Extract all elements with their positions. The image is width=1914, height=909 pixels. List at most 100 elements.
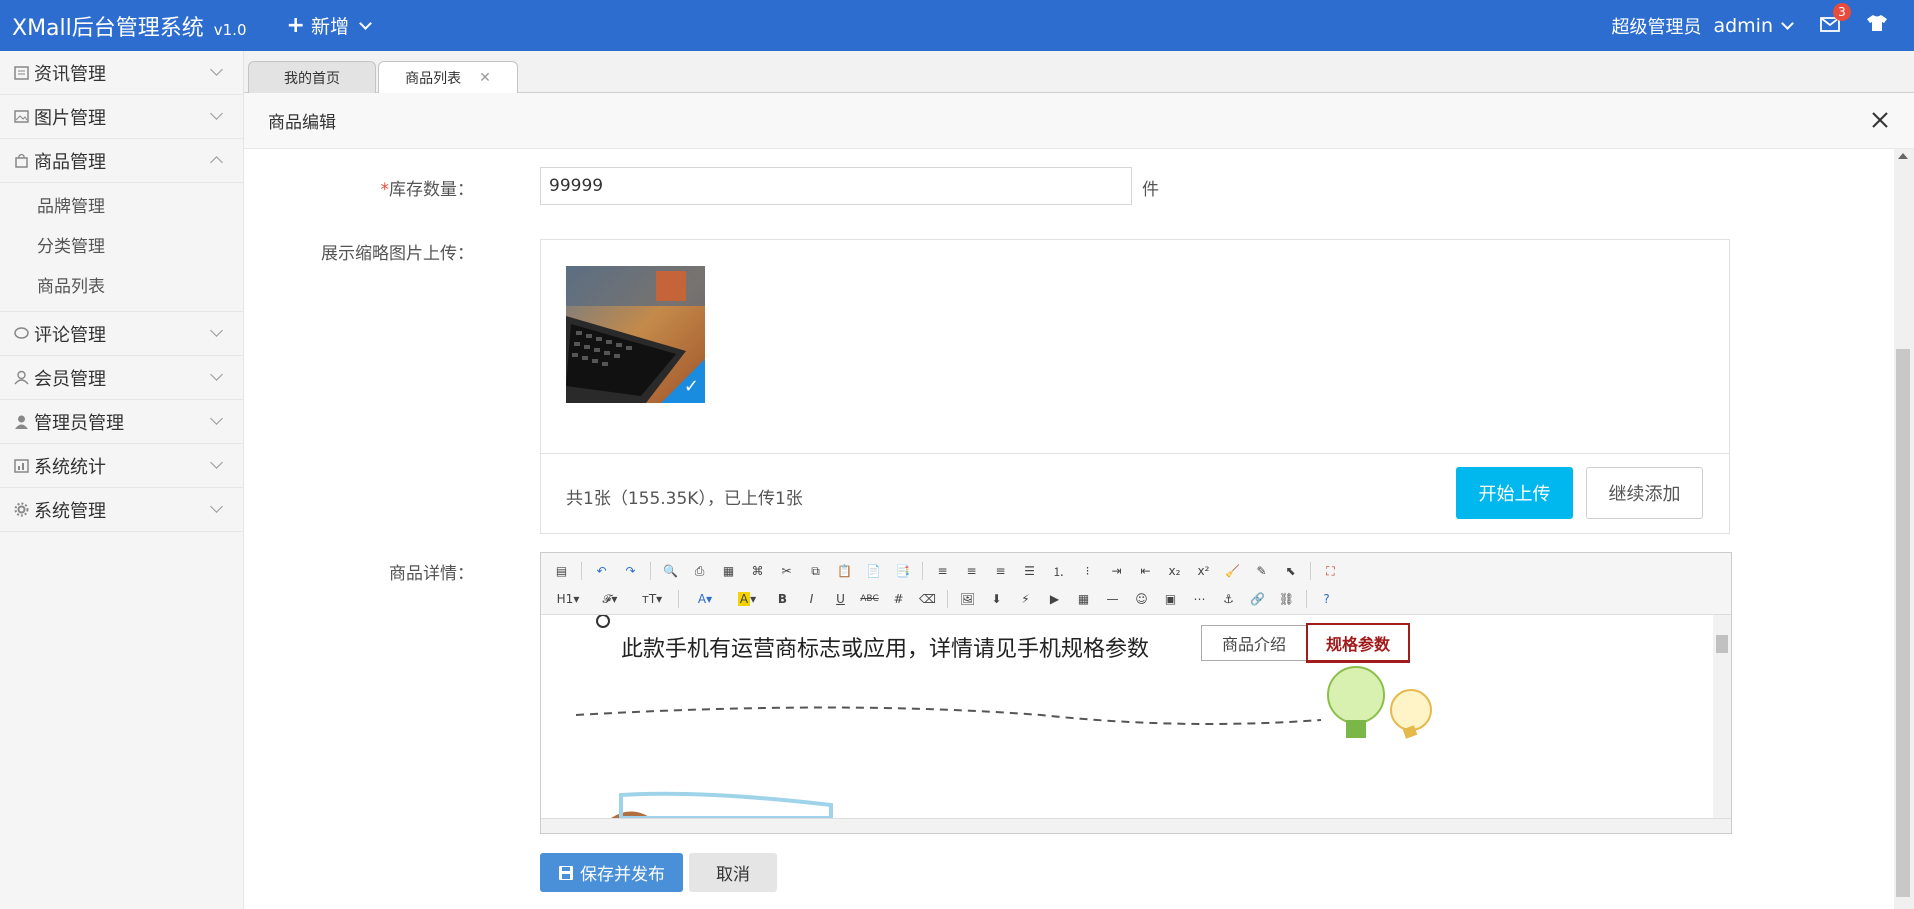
table-icon[interactable]: ▦ [1071, 587, 1096, 611]
chevron-down-icon [210, 456, 223, 469]
modal-close-button[interactable] [1868, 108, 1892, 132]
close-icon[interactable]: ✕ [479, 70, 491, 86]
fullscreen-icon[interactable]: ⛶ [1318, 559, 1343, 583]
brand[interactable]: XMall后台管理系统 v1.0 [12, 10, 247, 42]
sidebar-item-images[interactable]: 图片管理 [0, 95, 243, 139]
template-icon[interactable]: ▦ [716, 559, 741, 583]
cut-icon[interactable]: ✂ [774, 559, 799, 583]
sidebar-item-news[interactable]: 资讯管理 [0, 51, 243, 95]
sidebar-subitem-brand[interactable]: 品牌管理 [0, 187, 243, 227]
font-size-select[interactable]: тT▾ [633, 587, 671, 611]
product-detail-label: 商品详情： [389, 564, 474, 584]
quick-format-icon[interactable]: ✎ [1249, 559, 1274, 583]
editor-resize-bar[interactable] [541, 818, 1731, 833]
tab-home[interactable]: 我的首页 [248, 61, 376, 93]
code-icon[interactable]: ⌘ [745, 559, 770, 583]
paste-text-icon[interactable]: 📄 [861, 559, 886, 583]
ordered-list-icon[interactable]: ⒈ [1046, 559, 1071, 583]
underline-icon[interactable]: U [828, 587, 853, 611]
flash-icon[interactable]: ⚡ [1013, 587, 1038, 611]
indent-icon[interactable]: ⇥ [1104, 559, 1129, 583]
tab-label: 我的首页 [284, 70, 340, 87]
subscript-icon[interactable]: x₂ [1162, 559, 1187, 583]
editor-content-area[interactable]: 此款手机有运营商标志或应用，详情请见手机规格参数 商品介绍 规格参数 [541, 615, 1713, 818]
eraser-icon[interactable]: ⌫ [915, 587, 940, 611]
scroll-up-arrow[interactable] [1898, 153, 1908, 159]
save-publish-button[interactable]: 保存并发布 [540, 853, 683, 892]
bag-icon [12, 152, 30, 170]
chevron-down-icon [210, 107, 223, 120]
paste-word-icon[interactable]: 📑 [890, 559, 915, 583]
media-icon[interactable]: ▶ [1042, 587, 1067, 611]
add-new-menu[interactable]: + 新增 [287, 12, 376, 39]
pagebreak-icon[interactable]: ⋯ [1187, 587, 1212, 611]
continue-add-button[interactable]: 继续添加 [1586, 467, 1703, 519]
bold-icon[interactable]: B [770, 587, 795, 611]
sidebar-item-label: 评论管理 [34, 324, 106, 346]
news-icon [12, 64, 30, 82]
shirt-icon [1867, 15, 1887, 31]
theme-button[interactable] [1866, 14, 1888, 37]
chevron-down-icon [210, 324, 223, 337]
align-right-icon[interactable]: ≡ [988, 559, 1013, 583]
sidebar-subitem-product-list[interactable]: 商品列表 [0, 267, 243, 307]
outdent-icon[interactable]: ⇤ [1133, 559, 1158, 583]
heading-select[interactable]: H1 ▾ [549, 587, 587, 611]
stats-icon [12, 457, 30, 475]
scroll-thumb[interactable] [1896, 349, 1910, 897]
sidebar-item-statistics[interactable]: 系统统计 [0, 444, 243, 488]
preview-icon[interactable]: 🔍 [658, 559, 683, 583]
tab-bar: 我的首页 商品列表 ✕ [244, 51, 1914, 94]
emoticon-icon[interactable]: ☺ [1129, 587, 1154, 611]
sidebar-item-members[interactable]: 会员管理 [0, 356, 243, 400]
clear-format-icon[interactable]: 🧹 [1220, 559, 1245, 583]
strikethrough-icon[interactable]: ABC [857, 587, 882, 611]
highlight-color-icon[interactable]: A ▾ [728, 587, 766, 611]
align-left-icon[interactable]: ≡ [930, 559, 955, 583]
paste-icon[interactable]: 📋 [832, 559, 857, 583]
anchor-icon[interactable]: ⚓ [1216, 587, 1241, 611]
sidebar-item-products[interactable]: 商品管理 [0, 139, 243, 183]
font-family-select[interactable]: 𝓕▾ [591, 587, 629, 611]
user-menu[interactable]: admin [1713, 15, 1773, 37]
uploaded-thumbnail[interactable]: ✓ [566, 266, 705, 403]
start-upload-button[interactable]: 开始上传 [1456, 467, 1573, 519]
unlink-icon[interactable]: ⛓ [1274, 587, 1299, 611]
stock-quantity-input[interactable] [540, 167, 1132, 205]
font-color-icon[interactable]: A▾ [686, 587, 724, 611]
sidebar-subitem-category[interactable]: 分类管理 [0, 227, 243, 267]
tab-product-list[interactable]: 商品列表 ✕ [378, 61, 518, 94]
help-icon[interactable]: ? [1314, 587, 1339, 611]
sidebar-item-system[interactable]: 系统管理 [0, 488, 243, 532]
chevron-down-icon [359, 17, 372, 30]
sidebar-item-admins[interactable]: 管理员管理 [0, 400, 243, 444]
sidebar-item-comments[interactable]: 评论管理 [0, 312, 243, 356]
close-icon [1872, 112, 1888, 128]
editor-scrollbar[interactable] [1713, 615, 1731, 818]
copy-icon[interactable]: ⧉ [803, 559, 828, 583]
products-submenu: 品牌管理 分类管理 商品列表 [0, 183, 243, 312]
cancel-button[interactable]: 取消 [689, 853, 777, 892]
link-icon[interactable]: 🔗 [1245, 587, 1270, 611]
multi-image-icon[interactable]: ⬇ [984, 587, 1009, 611]
line-height-icon[interactable]: # [886, 587, 911, 611]
map-icon[interactable]: ▣ [1158, 587, 1183, 611]
hr-icon[interactable]: — [1100, 587, 1125, 611]
align-center-icon[interactable]: ≡ [959, 559, 984, 583]
superscript-icon[interactable]: x² [1191, 559, 1216, 583]
print-icon[interactable]: ⎙ [687, 559, 712, 583]
required-mark: * [380, 180, 390, 200]
undo-icon[interactable]: ↶ [589, 559, 614, 583]
check-icon: ✓ [683, 376, 699, 397]
messages-button[interactable]: 3 [1820, 2, 1851, 35]
sidebar-item-label: 管理员管理 [34, 412, 124, 434]
comment-icon [12, 325, 30, 343]
italic-icon[interactable]: I [799, 587, 824, 611]
redo-icon[interactable]: ↷ [618, 559, 643, 583]
align-justify-icon[interactable]: ☰ [1017, 559, 1042, 583]
unordered-list-icon[interactable]: ⁝ [1075, 559, 1100, 583]
source-icon[interactable]: ▤ [549, 559, 574, 583]
page-scrollbar[interactable] [1894, 149, 1914, 909]
select-all-icon[interactable]: ⬉ [1278, 559, 1303, 583]
insert-image-icon[interactable]: 🖼 [955, 587, 980, 611]
